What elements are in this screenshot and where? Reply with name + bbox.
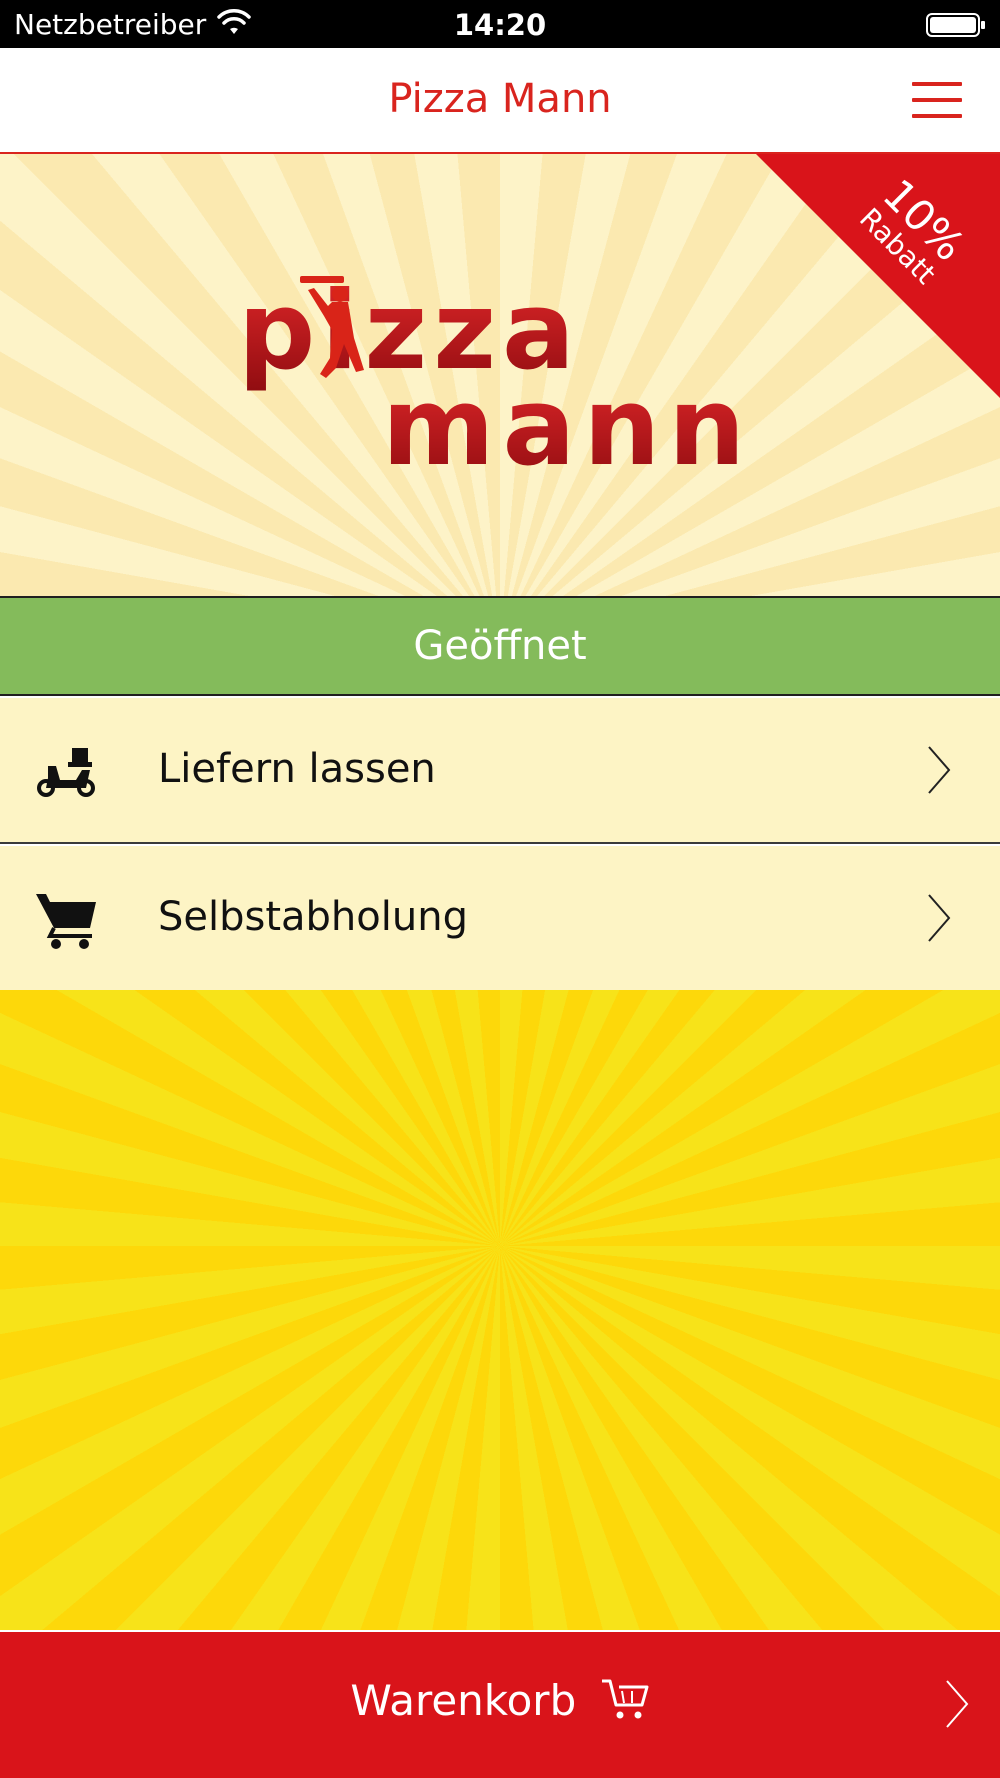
shopping-cart-icon xyxy=(36,894,96,949)
status-bar: Netzbetreiber 14:20 xyxy=(0,0,1000,48)
navigation-bar: Pizza Mann xyxy=(0,48,1000,154)
cart-outline-icon xyxy=(601,1679,649,1719)
battery-icon xyxy=(926,13,985,37)
chevron-right-icon xyxy=(928,894,951,942)
hamburger-menu-icon[interactable] xyxy=(912,82,962,120)
pickup-option-row[interactable]: Selbstabholung xyxy=(0,846,1000,990)
delivery-option-row[interactable]: Liefern lassen xyxy=(0,698,1000,844)
chevron-right-icon xyxy=(928,746,951,794)
pickup-option-label: Selbstabholung xyxy=(158,894,468,940)
page-title: Pizza Mann xyxy=(388,76,612,122)
clock: 14:20 xyxy=(453,8,547,42)
cart-button[interactable]: Warenkorb xyxy=(0,1630,1000,1778)
delivery-option-label: Liefern lassen xyxy=(158,746,436,792)
logo-line-mann: mann xyxy=(382,365,753,474)
delivery-scooter-icon xyxy=(37,748,95,797)
chevron-right-icon xyxy=(946,1680,969,1728)
open-status-label: Geöffnet xyxy=(413,623,587,669)
hero-banner: pizza mann 10% Rabatt xyxy=(0,154,1000,596)
cart-label: Warenkorb xyxy=(350,1676,577,1725)
pizza-mann-logo: pizza mann xyxy=(240,274,753,474)
open-status-badge: Geöffnet xyxy=(0,596,1000,696)
sunburst-background xyxy=(0,990,1000,1630)
discount-ribbon[interactable]: 10% Rabatt xyxy=(756,154,1000,398)
